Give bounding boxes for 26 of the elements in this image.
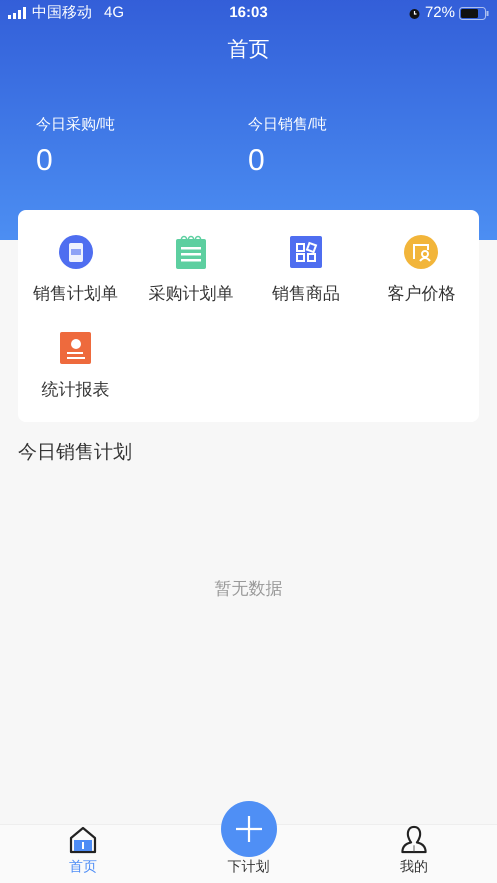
signal-icon [8,7,28,19]
nav-tab[interactable]: 我的 [331,825,497,883]
stat-label: 今日采购/吨 [36,115,116,135]
menu-item[interactable]: 采购计划单 [133,235,248,306]
user-icon [400,825,428,854]
stat-value: 0 [36,142,54,178]
menu-item[interactable]: 统计报表 [18,330,134,402]
report-icon [60,332,92,364]
notepad-icon [174,235,207,269]
menu-item[interactable]: 客户价格 [364,235,479,306]
alarm-icon [408,6,421,20]
battery-text: 72% [424,2,455,23]
page-title: 首页 [228,37,270,64]
add-plan-tab[interactable]: 下计划 [166,825,332,883]
grid-icon [290,236,322,268]
time-text: 16:03 [229,2,268,23]
menu-item[interactable]: 销售计划单 [18,235,134,306]
empty-text: 暂无数据 [214,578,282,600]
battery-icon [459,6,489,20]
carrier-text: 中国移动 [32,2,92,23]
plus-icon [234,815,262,843]
section-title: 今日销售计划 [18,441,133,465]
menu-item[interactable]: 销售商品 [248,235,364,306]
stat-value: 0 [248,142,266,178]
stat-label: 今日销售/吨 [248,115,328,135]
network-text: 4G [104,2,124,23]
